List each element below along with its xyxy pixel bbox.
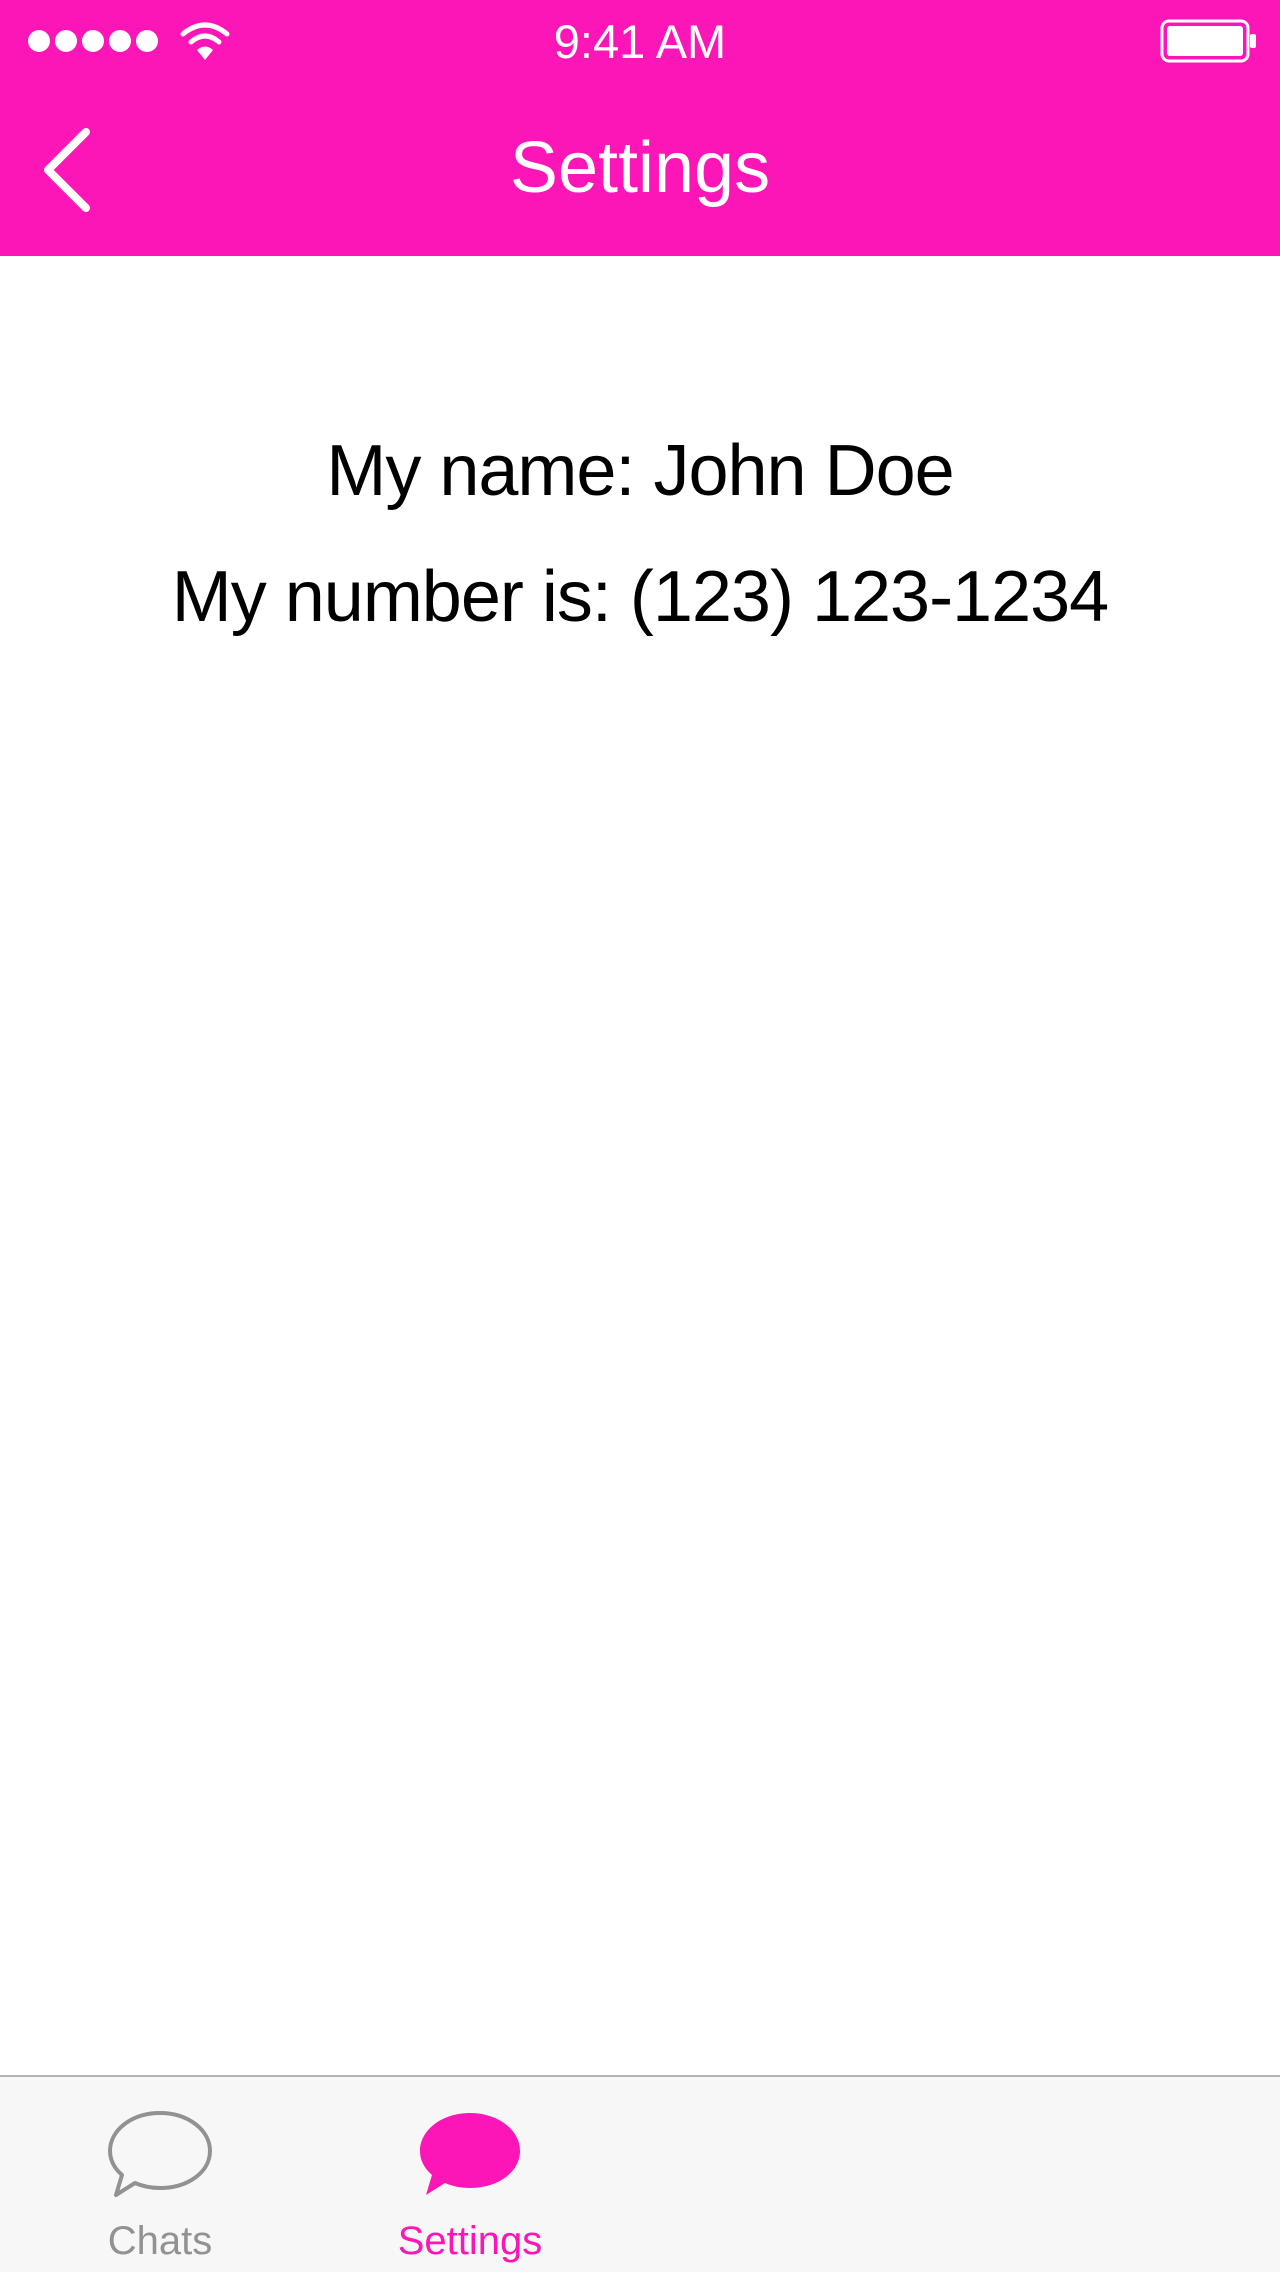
battery-icon [1160, 19, 1256, 63]
settings-content: My name: John Doe My number is: (123) 12… [0, 256, 1280, 2076]
status-time: 9:41 AM [553, 15, 727, 68]
chat-bubble-outline-icon [108, 2111, 212, 2197]
user-name-text: My name: John Doe [326, 431, 954, 511]
status-bar: 9:41 AM [0, 0, 1280, 80]
tab-settings-label: Settings [397, 2219, 543, 2263]
chat-bubble-filled-icon [420, 2113, 520, 2195]
tab-bar: Chats Settings [0, 2075, 1280, 2272]
page-title: Settings [509, 128, 771, 208]
tab-settings[interactable]: Settings [340, 2077, 600, 2274]
navigation-bar: Settings [0, 100, 1280, 240]
app-header: 9:41 AM Settings [0, 0, 1280, 256]
tab-chats[interactable]: Chats [30, 2077, 290, 2274]
tab-chats-label: Chats [107, 2219, 213, 2263]
user-number-text: My number is: (123) 123-1234 [171, 557, 1109, 637]
